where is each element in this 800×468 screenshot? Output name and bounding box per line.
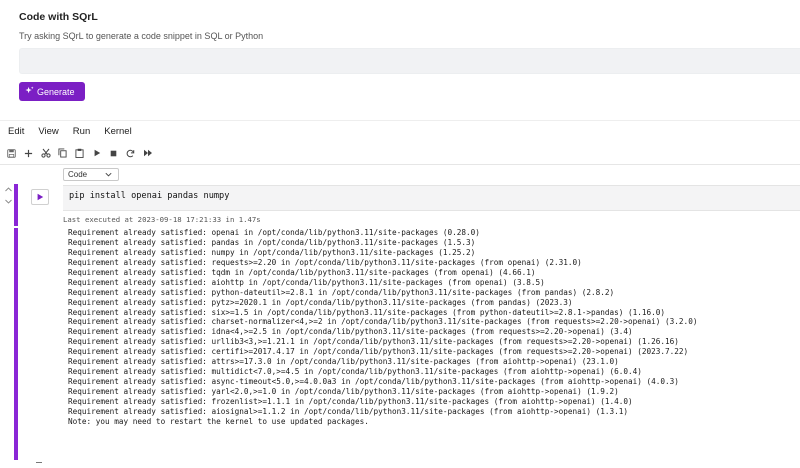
output-line: Requirement already satisfied: attrs>=17…	[68, 357, 619, 367]
menu-view[interactable]: View	[38, 126, 58, 140]
menu-bar: Edit View Run Kernel	[0, 126, 138, 140]
stop-icon[interactable]	[108, 147, 119, 159]
menu-edit[interactable]: Edit	[8, 126, 24, 140]
cell-type-select[interactable]: Code	[63, 168, 119, 181]
output-line: Requirement already satisfied: aiohttp i…	[68, 277, 545, 287]
code-editor[interactable]: pip install openai pandas numpy	[63, 185, 800, 211]
fast-forward-icon[interactable]	[142, 147, 153, 159]
output-line: Requirement already satisfied: pandas in…	[68, 237, 476, 247]
sqrl-prompt-input[interactable]	[19, 48, 800, 74]
menu-kernel[interactable]: Kernel	[104, 126, 131, 140]
cell-type-value: Code	[68, 170, 88, 179]
output-line: Requirement already satisfied: async-tim…	[68, 377, 679, 387]
execution-info: Last executed at 2023-09-18 17:21:33 in …	[63, 215, 261, 224]
output-line: Requirement already satisfied: yarl<2.0,…	[68, 387, 619, 396]
output-line: Note: you may need to restart the kernel…	[68, 416, 369, 426]
sqrl-hint: Try asking SQrL to generate a code snipp…	[19, 31, 264, 41]
code-text: pip install openai pandas numpy	[69, 191, 230, 201]
menu-run[interactable]: Run	[73, 126, 90, 140]
run-cell-button[interactable]	[31, 189, 49, 205]
output-line: Requirement already satisfied: idna<4,>=…	[68, 327, 633, 337]
output-collapse-bar[interactable]	[14, 228, 18, 460]
collapse-toggle-icon[interactable]	[4, 185, 13, 207]
output-line: Requirement already satisfied: urllib3<3…	[68, 337, 679, 347]
run-icon[interactable]	[91, 147, 102, 159]
output-line: Requirement already satisfied: numpy in …	[68, 247, 476, 257]
chevron-down-icon	[104, 170, 113, 181]
restart-icon[interactable]	[125, 147, 136, 159]
divider	[0, 120, 800, 121]
add-icon[interactable]	[23, 147, 34, 159]
notebook-toolbar	[0, 144, 800, 162]
output-line: Requirement already satisfied: frozenlis…	[68, 396, 633, 406]
cell-selection-bar	[14, 184, 18, 226]
sqrl-panel: Code with SQrL Try asking SQrL to genera…	[0, 0, 800, 112]
output-line: Requirement already satisfied: tqdm in /…	[68, 267, 536, 277]
output-line: Requirement already satisfied: pytz>=202…	[68, 297, 573, 307]
divider	[0, 164, 800, 165]
cell-output: Requirement already satisfied: openai in…	[68, 228, 800, 427]
paste-icon[interactable]	[74, 147, 85, 159]
sqrl-title: Code with SQrL	[19, 11, 98, 23]
output-line: Requirement already satisfied: aiosignal…	[68, 406, 629, 416]
generate-label: Generate	[37, 86, 75, 97]
play-icon	[36, 188, 44, 206]
cut-icon[interactable]	[40, 147, 51, 159]
output-line: Requirement already satisfied: requests>…	[68, 257, 582, 267]
output-line: Requirement already satisfied: python-da…	[68, 287, 615, 297]
save-icon[interactable]	[6, 147, 17, 159]
generate-button[interactable]: Generate	[19, 82, 85, 101]
output-line: Requirement already satisfied: charset-n…	[68, 317, 698, 327]
divider	[36, 462, 42, 463]
copy-icon[interactable]	[57, 147, 68, 159]
output-line: Requirement already satisfied: six>=1.5 …	[68, 307, 666, 317]
sparkle-icon	[25, 86, 34, 97]
output-line: Requirement already satisfied: multidict…	[68, 367, 642, 377]
output-line: Requirement already satisfied: certifi>=…	[68, 347, 689, 357]
output-line: Requirement already satisfied: openai in…	[68, 228, 480, 237]
